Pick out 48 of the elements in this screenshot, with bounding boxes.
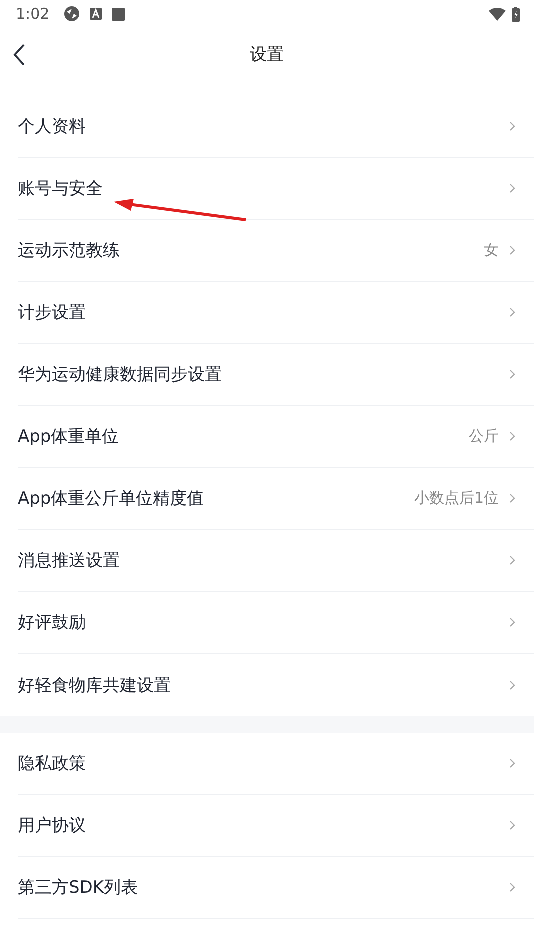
row-label: 消息推送设置 bbox=[18, 550, 120, 572]
chevron-icon bbox=[509, 307, 516, 318]
settings-row[interactable]: 隐私政策 bbox=[18, 733, 534, 795]
row-label: App体重单位 bbox=[18, 426, 120, 448]
chevron-icon bbox=[509, 820, 516, 831]
row-label: 华为运动健康数据同步设置 bbox=[18, 364, 222, 386]
square-icon bbox=[112, 8, 125, 20]
settings-row[interactable]: App体重公斤单位精度值 小数点后1位 bbox=[18, 468, 534, 530]
row-label: 个人资料 bbox=[18, 116, 86, 138]
chevron-icon bbox=[509, 617, 516, 628]
settings-row[interactable]: 消息推送设置 bbox=[18, 530, 534, 592]
chevron-icon bbox=[509, 493, 516, 504]
status-time: 1:02 bbox=[16, 5, 50, 23]
row-value: 公斤 bbox=[469, 427, 499, 446]
chevron-icon bbox=[509, 882, 516, 893]
settings-row[interactable]: 计步设置 bbox=[18, 282, 534, 344]
settings-row[interactable]: 用户协议 bbox=[18, 795, 534, 857]
battery-icon bbox=[512, 6, 520, 22]
app-icon bbox=[64, 6, 80, 22]
keyboard-icon bbox=[90, 8, 102, 20]
row-label: 用户协议 bbox=[18, 815, 86, 837]
settings-row[interactable]: 第三方SDK列表 bbox=[18, 857, 534, 919]
row-label: 计步设置 bbox=[18, 302, 86, 324]
chevron-icon bbox=[509, 555, 516, 566]
chevron-icon bbox=[509, 758, 516, 769]
row-label: 隐私政策 bbox=[18, 753, 86, 775]
chevron-icon bbox=[509, 245, 516, 256]
row-value: 小数点后1位 bbox=[414, 489, 499, 508]
settings-row[interactable]: 好轻食物库共建设置 bbox=[18, 654, 534, 716]
row-label: 运动示范教练 bbox=[18, 240, 120, 262]
row-value: 女 bbox=[484, 241, 499, 260]
chevron-icon bbox=[509, 121, 516, 132]
chevron-icon bbox=[509, 369, 516, 380]
row-label: 好评鼓励 bbox=[18, 612, 86, 634]
settings-row[interactable]: App体重单位 公斤 bbox=[18, 406, 534, 468]
wifi-icon bbox=[489, 8, 506, 20]
chevron-icon bbox=[509, 183, 516, 194]
chevron-icon bbox=[509, 431, 516, 442]
settings-row[interactable]: 运动示范教练 女 bbox=[18, 220, 534, 282]
settings-row[interactable]: 个人资料 bbox=[18, 96, 534, 158]
row-label: App体重公斤单位精度值 bbox=[18, 488, 204, 510]
page-title: 设置 bbox=[250, 44, 284, 66]
settings-row[interactable]: 华为运动健康数据同步设置 bbox=[18, 344, 534, 406]
settings-row[interactable]: 好评鼓励 bbox=[18, 592, 534, 654]
row-label: 第三方SDK列表 bbox=[18, 877, 138, 899]
row-label: 账号与安全 bbox=[18, 178, 103, 200]
chevron-icon bbox=[509, 680, 516, 690]
row-label: 好轻食物库共建设置 bbox=[18, 674, 171, 696]
